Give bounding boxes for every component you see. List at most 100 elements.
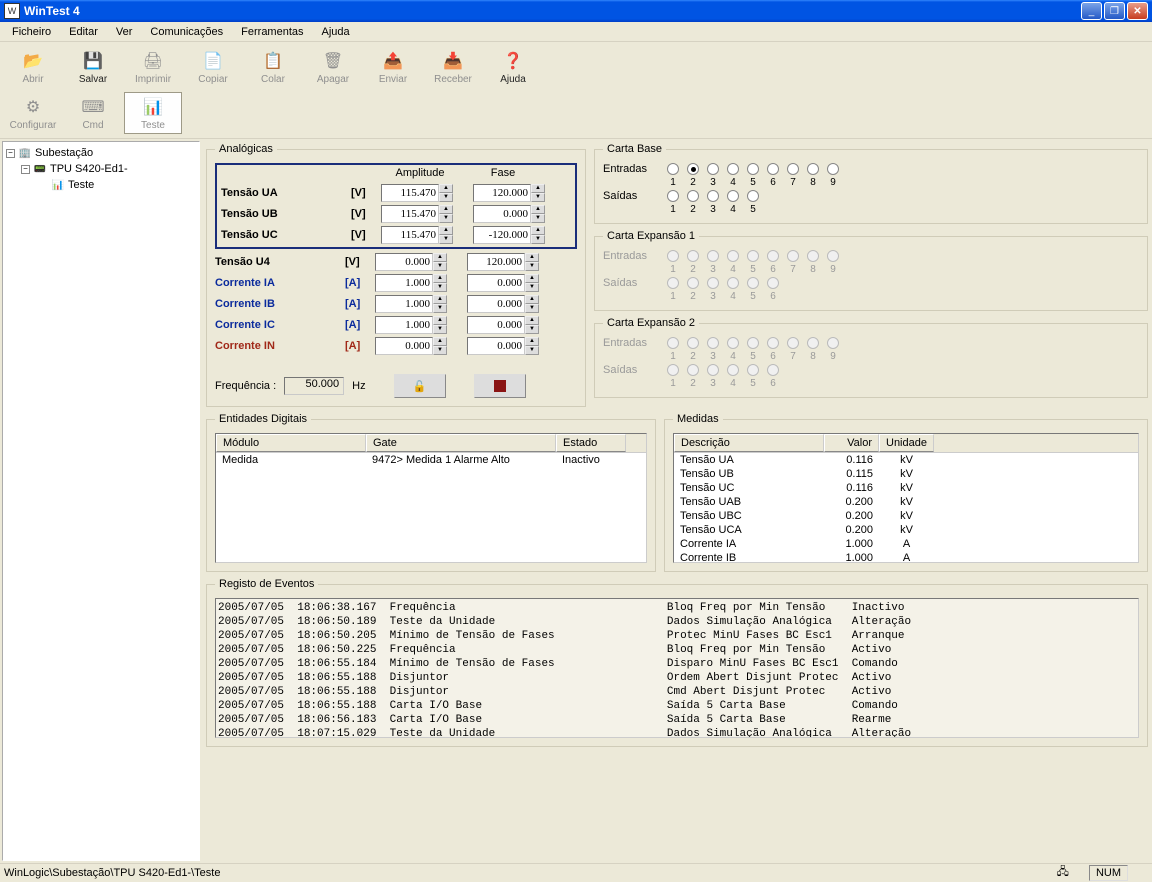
spin-down-icon[interactable]: ▼ [531,214,545,223]
fase-input-6[interactable] [467,316,525,334]
collapse-icon[interactable]: − [6,149,15,158]
spin-up-icon[interactable]: ▲ [525,295,539,304]
entrada-radio-2[interactable] [687,163,699,175]
toolbar-configurar[interactable]: ⚙Configurar [4,92,62,134]
spin-up-icon[interactable]: ▲ [531,184,545,193]
amp-input-1[interactable] [381,205,439,223]
spin-up-icon[interactable]: ▲ [525,253,539,262]
saida-radio-4[interactable] [727,190,739,202]
spin-down-icon[interactable]: ▼ [525,304,539,313]
table-row[interactable]: Tensão UA0.116kV [674,453,1138,467]
spin-down-icon[interactable]: ▼ [433,262,447,271]
table-row[interactable]: Corrente IA1.000A [674,537,1138,551]
menu-ferramentas[interactable]: Ferramentas [233,24,311,40]
spin-up-icon[interactable]: ▲ [439,205,453,214]
spin-down-icon[interactable]: ▼ [525,283,539,292]
entrada-radio-3[interactable] [707,163,719,175]
amp-input-0[interactable] [381,184,439,202]
table-row[interactable]: Tensão UB0.115kV [674,467,1138,481]
fase-input-3[interactable] [467,253,525,271]
entrada-radio-8[interactable] [807,163,819,175]
fase-input-4[interactable] [467,274,525,292]
spin-up-icon[interactable]: ▲ [433,316,447,325]
toolbar-cmd[interactable]: ⌨Cmd [64,92,122,134]
menu-ver[interactable]: Ver [108,24,141,40]
minimize-button[interactable]: _ [1081,2,1102,20]
col-módulo[interactable]: Módulo [216,434,366,452]
tree-device[interactable]: − 📟 TPU S420-Ed1- [6,161,196,177]
fase-input-1[interactable] [473,205,531,223]
saida-radio-5[interactable] [747,190,759,202]
entrada-radio-1[interactable] [667,163,679,175]
spin-up-icon[interactable]: ▲ [433,337,447,346]
menu-ajuda[interactable]: Ajuda [314,24,358,40]
entrada-radio-9[interactable] [827,163,839,175]
event-line[interactable]: 2005/07/05 18:07:15.029 Teste da Unidade… [218,727,1136,738]
tree-view[interactable]: − 🏢 Subestação − 📟 TPU S420-Ed1- 📊 Teste [2,141,200,861]
close-button[interactable]: ✕ [1127,2,1148,20]
spin-down-icon[interactable]: ▼ [525,325,539,334]
spin-up-icon[interactable]: ▲ [525,337,539,346]
stop-button[interactable] [474,374,526,398]
spin-down-icon[interactable]: ▼ [531,235,545,244]
event-line[interactable]: 2005/07/05 18:06:56.183 Carta I/O Base S… [218,713,1136,727]
event-line[interactable]: 2005/07/05 18:06:50.189 Teste da Unidade… [218,615,1136,629]
event-log[interactable]: 2005/07/05 18:06:38.167 Frequência Bloq … [215,598,1139,738]
toolbar-ajuda[interactable]: ❓Ajuda [484,46,542,88]
event-line[interactable]: 2005/07/05 18:06:55.188 Carta I/O Base S… [218,699,1136,713]
amp-input-4[interactable] [375,274,433,292]
saida-radio-1[interactable] [667,190,679,202]
spin-down-icon[interactable]: ▼ [439,214,453,223]
table-row[interactable]: Medida9472> Medida 1 Alarme AltoInactivo [216,453,646,467]
spin-down-icon[interactable]: ▼ [531,193,545,202]
event-line[interactable]: 2005/07/05 18:06:55.184 Mínimo de Tensão… [218,657,1136,671]
table-row[interactable]: Tensão UAB0.200kV [674,495,1138,509]
spin-down-icon[interactable]: ▼ [433,283,447,292]
event-line[interactable]: 2005/07/05 18:06:50.225 Frequência Bloq … [218,643,1136,657]
toolbar-teste[interactable]: 📊Teste [124,92,182,134]
toolbar-salvar[interactable]: 💾Salvar [64,46,122,88]
amp-input-3[interactable] [375,253,433,271]
tree-root[interactable]: − 🏢 Subestação [6,145,196,161]
event-line[interactable]: 2005/07/05 18:06:50.205 Mínimo de Tensão… [218,629,1136,643]
fase-input-5[interactable] [467,295,525,313]
table-row[interactable]: Tensão UBC0.200kV [674,509,1138,523]
medidas-table[interactable]: DescriçãoValorUnidadeTensão UA0.116kVTen… [673,433,1139,563]
menu-comunicações[interactable]: Comunicações [142,24,231,40]
col-valor[interactable]: Valor [824,434,879,452]
event-line[interactable]: 2005/07/05 18:06:55.188 Disjuntor Ordem … [218,671,1136,685]
tree-test[interactable]: 📊 Teste [6,177,196,193]
entrada-radio-7[interactable] [787,163,799,175]
collapse-icon[interactable]: − [21,165,30,174]
col-gate[interactable]: Gate [366,434,556,452]
spin-up-icon[interactable]: ▲ [531,226,545,235]
spin-up-icon[interactable]: ▲ [525,274,539,283]
amp-input-5[interactable] [375,295,433,313]
entrada-radio-4[interactable] [727,163,739,175]
table-row[interactable]: Tensão UCA0.200kV [674,523,1138,537]
event-line[interactable]: 2005/07/05 18:06:55.188 Disjuntor Cmd Ab… [218,685,1136,699]
menu-ficheiro[interactable]: Ficheiro [4,24,59,40]
entrada-radio-5[interactable] [747,163,759,175]
spin-up-icon[interactable]: ▲ [433,253,447,262]
saida-radio-3[interactable] [707,190,719,202]
fase-input-0[interactable] [473,184,531,202]
spin-up-icon[interactable]: ▲ [531,205,545,214]
entrada-radio-6[interactable] [767,163,779,175]
fase-input-7[interactable] [467,337,525,355]
spin-up-icon[interactable]: ▲ [433,295,447,304]
amp-input-6[interactable] [375,316,433,334]
spin-down-icon[interactable]: ▼ [439,193,453,202]
menu-editar[interactable]: Editar [61,24,106,40]
col-estado[interactable]: Estado [556,434,626,452]
spin-down-icon[interactable]: ▼ [433,304,447,313]
amp-input-7[interactable] [375,337,433,355]
spin-down-icon[interactable]: ▼ [525,262,539,271]
col-descrição[interactable]: Descrição [674,434,824,452]
fase-input-2[interactable] [473,226,531,244]
spin-up-icon[interactable]: ▲ [433,274,447,283]
table-row[interactable]: Corrente IB1.000A [674,551,1138,563]
table-row[interactable]: Tensão UC0.116kV [674,481,1138,495]
event-line[interactable]: 2005/07/05 18:06:38.167 Frequência Bloq … [218,601,1136,615]
spin-up-icon[interactable]: ▲ [525,316,539,325]
